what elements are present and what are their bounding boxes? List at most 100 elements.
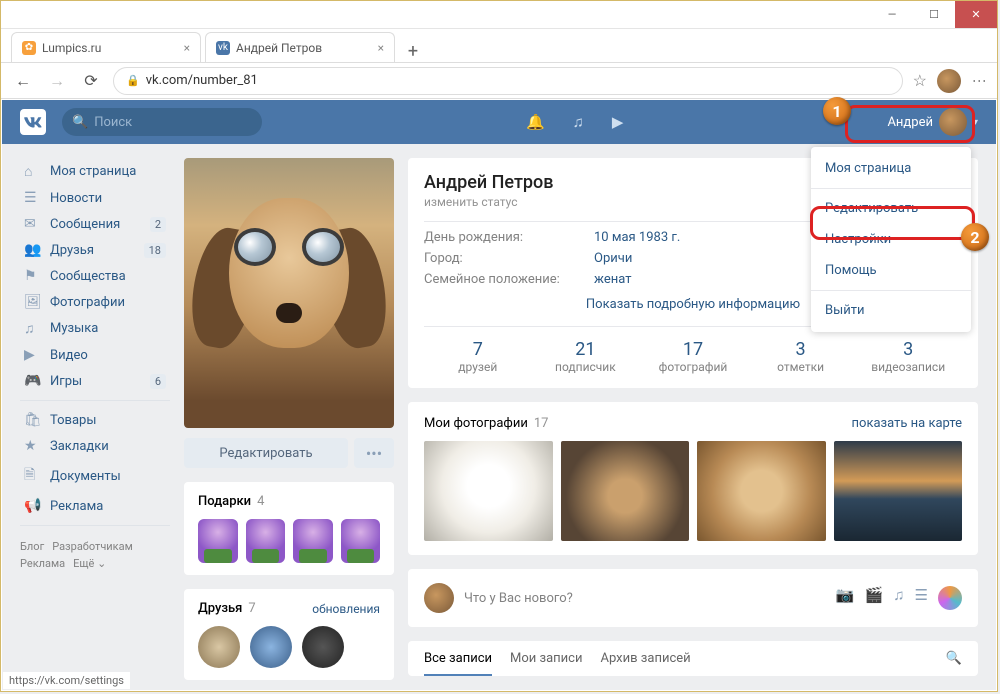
forward-button[interactable]: → (45, 69, 69, 93)
updates-link[interactable]: обновления (312, 602, 380, 616)
feed-card: Все записи Мои записи Архив записей 🔍 (408, 641, 978, 676)
player-icon[interactable]: ▶ (606, 113, 630, 131)
sidebar-item-games[interactable]: 🎮Игры6 (20, 368, 170, 394)
footer-link[interactable]: Ещё ⌄ (73, 557, 106, 570)
emoji-icon[interactable] (938, 586, 962, 610)
footer-link[interactable]: Разработчикам (52, 540, 133, 553)
close-icon[interactable]: × (184, 41, 190, 55)
counter-photos[interactable]: 17фотографий (639, 339, 747, 374)
sidebar-item-my-page[interactable]: ⌂Моя страница (20, 158, 170, 185)
counter-videos[interactable]: 3видеозаписи (854, 339, 962, 374)
tab-title: Lumpics.ru (42, 41, 101, 55)
sidebar-item-messages[interactable]: ✉Сообщения2 (20, 211, 170, 237)
footer-link[interactable]: Реклама (20, 557, 65, 570)
sidebar-item-photos[interactable]: 🖼Фотографии (20, 289, 170, 315)
dropdown-settings[interactable]: Настройки (811, 224, 971, 255)
photo-thumb[interactable] (424, 441, 553, 541)
search-posts-icon[interactable]: 🔍 (946, 651, 962, 676)
tab-title: Андрей Петров (236, 41, 322, 55)
friends-block: Друзья 7обновления (184, 589, 394, 680)
sidebar-footer: Блог Разработчикам Реклама Ещё ⌄ (20, 532, 170, 570)
window-close[interactable]: ✕ (955, 1, 997, 28)
sidebar-item-docs[interactable]: 🗎Документы (20, 459, 170, 493)
doc-icon: 🗎 (24, 464, 42, 488)
notifications-icon[interactable]: 🔔 (520, 113, 551, 131)
browser-tabs: ✿ Lumpics.ru × vk Андрей Петров × + (1, 29, 997, 63)
gift-item[interactable] (293, 519, 333, 563)
sidebar-item-ads[interactable]: 📢Реклама (20, 493, 170, 519)
gift-item[interactable] (246, 519, 286, 563)
browser-status-bar: https://vk.com/settings (3, 672, 130, 689)
relation-link[interactable]: женат (594, 272, 631, 287)
friend-avatar[interactable] (198, 626, 240, 668)
gift-item[interactable] (198, 519, 238, 563)
sidebar-item-video[interactable]: ▶Видео (20, 342, 170, 368)
tab-all-posts[interactable]: Все записи (424, 651, 492, 676)
user-menu-button[interactable]: Андрей ▾ (887, 108, 978, 136)
groups-icon: ⚑ (24, 268, 42, 284)
user-name: Андрей (887, 115, 933, 130)
sidebar-item-friends[interactable]: 👥Друзья18 (20, 237, 170, 263)
home-icon: ⌂ (24, 163, 42, 180)
dropdown-edit[interactable]: Редактировать (811, 193, 971, 224)
favicon-vk: vk (216, 41, 230, 55)
sidebar-item-market[interactable]: 🛍Товары (20, 407, 170, 433)
gifts-block: Подарки 4 (184, 482, 394, 575)
friend-avatar[interactable] (250, 626, 292, 668)
browser-profile-avatar[interactable] (937, 69, 961, 93)
annotation-badge-1: 1 (823, 97, 851, 125)
window-minimize[interactable]: — (871, 1, 913, 28)
photo-thumb[interactable] (697, 441, 826, 541)
sidebar-item-bookmarks[interactable]: ★Закладки (20, 433, 170, 459)
tab-vk[interactable]: vk Андрей Петров × (205, 32, 395, 62)
url-field[interactable]: 🔒 vk.com/number_81 (113, 67, 903, 95)
city-link[interactable]: Оричи (594, 251, 632, 266)
profile-photo[interactable] (184, 158, 394, 428)
counter-friends[interactable]: 7друзей (424, 339, 532, 374)
sidebar-item-groups[interactable]: ⚑Сообщества (20, 263, 170, 289)
tab-my-posts[interactable]: Мои записи (510, 651, 582, 676)
tab-archive[interactable]: Архив записей (601, 651, 691, 676)
attach-more-icon[interactable]: ☰ (915, 586, 928, 610)
counter-subs[interactable]: 21подписчик (532, 339, 640, 374)
browser-menu-icon[interactable]: ⋮ (971, 74, 987, 88)
music-icon[interactable]: ♫ (567, 113, 590, 131)
dropdown-my-page[interactable]: Моя страница (811, 153, 971, 184)
gift-item[interactable] (341, 519, 381, 563)
edit-button[interactable]: Редактировать (184, 438, 348, 468)
birthday-link[interactable]: 10 мая 1983 г. (594, 230, 680, 245)
attach-music-icon[interactable]: ♫ (893, 586, 904, 610)
back-button[interactable]: ← (11, 69, 35, 93)
new-tab-button[interactable]: + (399, 41, 427, 62)
post-placeholder[interactable]: Что у Вас нового? (464, 591, 573, 606)
news-icon: ☰ (24, 190, 42, 206)
tab-lumpics[interactable]: ✿ Lumpics.ru × (11, 32, 201, 62)
search-input[interactable]: 🔍 Поиск (62, 108, 262, 136)
show-on-map-link[interactable]: показать на карте (852, 416, 962, 431)
photo-thumb[interactable] (834, 441, 963, 541)
search-icon: 🔍 (72, 115, 88, 130)
sidebar-item-news[interactable]: ☰Новости (20, 185, 170, 211)
more-button[interactable]: ••• (354, 438, 394, 468)
close-icon[interactable]: × (378, 41, 384, 55)
video-icon: ▶ (24, 347, 42, 363)
photos-card: Мои фотографии 17 показать на карте (408, 402, 978, 555)
dropdown-exit[interactable]: Выйти (811, 295, 971, 326)
friend-avatar[interactable] (302, 626, 344, 668)
attach-photo-icon[interactable]: 📷 (836, 586, 855, 610)
lock-icon: 🔒 (126, 74, 140, 87)
dropdown-help[interactable]: Помощь (811, 255, 971, 286)
reload-button[interactable]: ⟳ (79, 69, 103, 93)
vk-logo[interactable] (20, 109, 46, 135)
messages-icon: ✉ (24, 216, 42, 232)
footer-link[interactable]: Блог (20, 540, 44, 553)
sidebar-item-music[interactable]: ♫Музыка (20, 315, 170, 342)
counter-tags[interactable]: 3отметки (747, 339, 855, 374)
attach-video-icon[interactable]: 🎬 (865, 586, 884, 610)
new-post-card: Что у Вас нового? 📷 🎬 ♫ ☰ (408, 569, 978, 627)
address-bar: ← → ⟳ 🔒 vk.com/number_81 ☆ ⋮ (1, 63, 997, 99)
bookmark-star-icon[interactable]: ☆ (913, 71, 927, 90)
url-text: vk.com/number_81 (146, 73, 258, 88)
photo-thumb[interactable] (561, 441, 690, 541)
window-maximize[interactable]: ☐ (913, 1, 955, 28)
